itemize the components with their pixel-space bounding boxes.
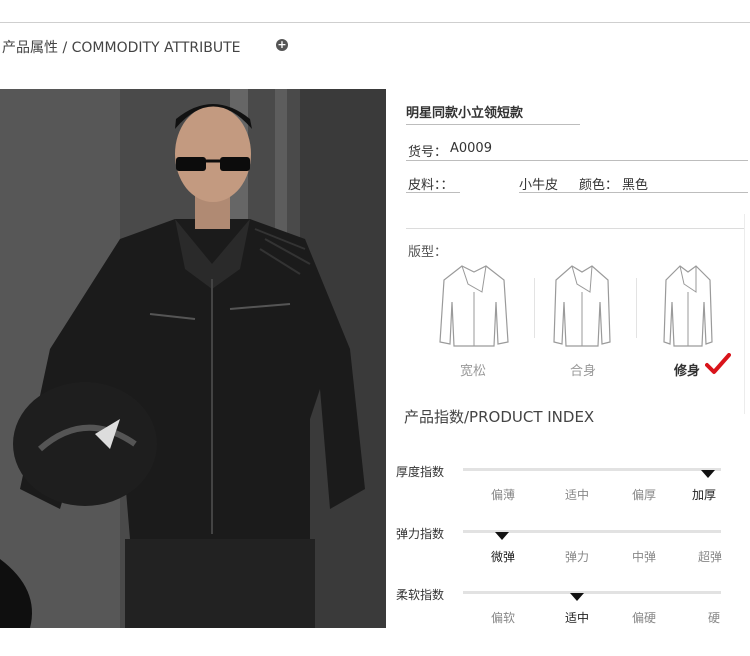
softness-label: 柔软指数 bbox=[396, 588, 445, 602]
check-icon bbox=[705, 353, 731, 374]
thickness-option: 偏厚 bbox=[632, 488, 657, 502]
softness-track bbox=[463, 591, 721, 594]
elasticity-option: 中弹 bbox=[632, 550, 657, 564]
elasticity-option: 弹力 bbox=[565, 550, 590, 564]
thickness-option: 偏薄 bbox=[491, 488, 516, 502]
thickness-label: 厚度指数 bbox=[396, 465, 445, 479]
softness-option: 偏软 bbox=[491, 611, 516, 625]
model-jacket-illustration bbox=[0, 89, 386, 628]
softness-option: 硬 bbox=[708, 611, 721, 625]
softness-marker bbox=[570, 593, 584, 601]
fit-option-regular: 合身 bbox=[569, 364, 596, 379]
sku-underline bbox=[406, 160, 748, 161]
softness-option-selected: 适中 bbox=[565, 611, 590, 625]
product-photo bbox=[0, 89, 386, 628]
fit-label: 版型： bbox=[408, 245, 448, 260]
elasticity-marker bbox=[495, 532, 509, 540]
side-divider bbox=[744, 214, 745, 414]
thickness-option-selected: 加厚 bbox=[692, 488, 717, 502]
slim-jacket-icon bbox=[663, 265, 713, 347]
material-underline bbox=[406, 192, 460, 193]
regular-jacket-icon bbox=[553, 265, 611, 347]
sku-label: 货号： bbox=[408, 145, 448, 160]
softness-option: 偏硬 bbox=[632, 611, 657, 625]
fit-separator bbox=[636, 278, 637, 338]
section-title: 产品属性 / COMMODITY ATTRIBUTE bbox=[2, 40, 241, 56]
name-underline bbox=[406, 124, 580, 125]
index-title: 产品指数/PRODUCT INDEX bbox=[404, 408, 595, 426]
product-name: 明星同款小立领短款 bbox=[406, 106, 524, 121]
color-underline bbox=[519, 192, 748, 193]
plus-circle-icon[interactable]: + bbox=[276, 39, 288, 51]
thickness-marker bbox=[701, 470, 715, 478]
color-value: 黑色 bbox=[622, 178, 649, 193]
color-label: 颜色： bbox=[579, 178, 619, 193]
elasticity-option: 超弹 bbox=[698, 550, 723, 564]
elasticity-label: 弹力指数 bbox=[396, 527, 445, 541]
top-divider bbox=[0, 22, 750, 23]
material-value: 小牛皮 bbox=[519, 178, 559, 193]
thickness-track bbox=[463, 468, 721, 471]
fit-option-loose: 宽松 bbox=[459, 364, 486, 379]
thickness-option: 适中 bbox=[565, 488, 590, 502]
loose-jacket-icon bbox=[439, 265, 509, 347]
fit-separator bbox=[534, 278, 535, 338]
material-label: 皮料：： bbox=[408, 178, 454, 193]
elasticity-option-selected: 微弹 bbox=[491, 550, 516, 564]
fit-divider bbox=[406, 228, 744, 229]
sku-value: A0009 bbox=[450, 141, 492, 156]
